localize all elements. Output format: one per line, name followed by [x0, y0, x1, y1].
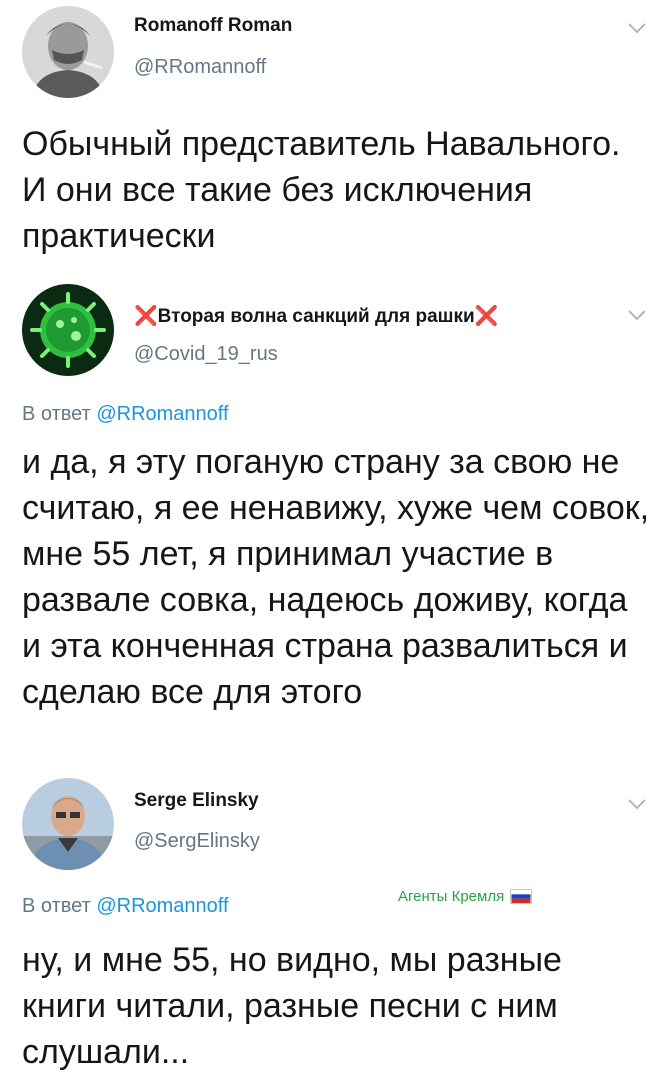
author-handle[interactable]: @SergElinsky: [134, 830, 260, 853]
reply-context: В ответ @RRomannoff: [22, 403, 229, 426]
author-name[interactable]: Serge Elinsky: [134, 790, 259, 812]
author-name[interactable]: ❌Вторая волна санкций для рашки❌: [134, 304, 498, 328]
kremlin-agents-badge: Агенты Кремля: [398, 888, 533, 905]
reply-prefix: В ответ: [22, 403, 97, 425]
virus-avatar[interactable]: [22, 284, 114, 376]
tweet-text: и да, я эту поганую страну за свою не сч…: [22, 443, 650, 711]
cross-mark-icon: ❌: [134, 306, 158, 327]
russian-flag-icon: [510, 889, 533, 904]
tweet-text: Обычный представитель Навального. И они …: [22, 125, 621, 255]
reply-to-link[interactable]: @RRomannoff: [96, 403, 228, 425]
reply-prefix: В ответ: [22, 895, 97, 917]
author-handle[interactable]: @RRomannoff: [134, 56, 266, 79]
reply-context: В ответ @RRomannoff: [22, 895, 229, 918]
chevron-down-icon[interactable]: [626, 21, 648, 35]
cross-mark-icon: ❌: [474, 306, 499, 327]
avatar-3[interactable]: [22, 778, 114, 870]
author-name[interactable]: Romanoff Roman: [134, 15, 292, 37]
chevron-down-icon[interactable]: [626, 308, 648, 322]
tweet-1: Romanoff Roman @RRomannoff Обычный предс…: [0, 0, 670, 290]
tweet-text: ну, и мне 55, но видно, мы разные книги …: [22, 941, 562, 1071]
badge-label: Агенты Кремля: [398, 888, 505, 905]
chevron-down-icon[interactable]: [626, 797, 648, 811]
author-handle[interactable]: @Covid_19_rus: [134, 343, 278, 366]
tweet-2: ❌Вторая волна санкций для рашки❌ @Covid_…: [0, 280, 670, 780]
author-name-text: Вторая волна санкций для рашки: [157, 306, 475, 327]
reply-to-link[interactable]: @RRomannoff: [96, 895, 228, 917]
avatar-1[interactable]: [22, 6, 114, 98]
tweet-3: Serge Elinsky @SergElinsky В ответ @RRom…: [0, 770, 670, 1080]
